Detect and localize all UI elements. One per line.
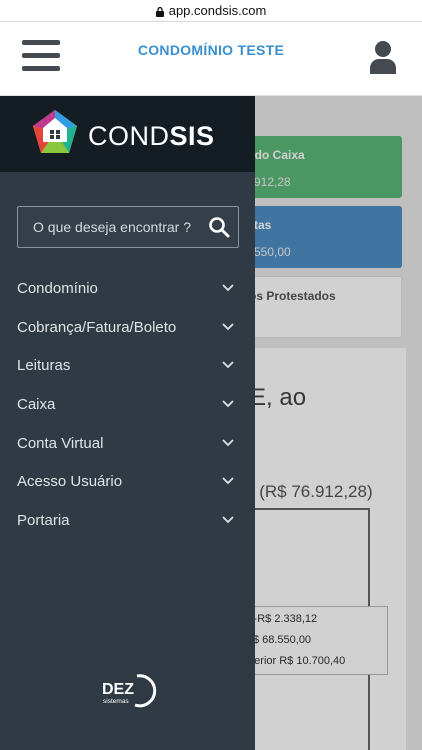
browser-url-bar[interactable]: app.condsis.com	[0, 0, 422, 22]
search-icon[interactable]	[208, 216, 230, 238]
chevron-down-icon	[222, 516, 234, 524]
menu-item-label: Portaria	[17, 511, 70, 529]
chevron-down-icon	[222, 284, 234, 292]
condsis-logo-icon	[33, 110, 77, 153]
nav-drawer: CONDSIS Condomínio Cobrança/Fatura/Bolet…	[0, 96, 255, 750]
menu-item-cobranca[interactable]: Cobrança/Fatura/Boleto	[0, 308, 255, 347]
search-box	[17, 206, 239, 248]
svg-text:DEZ: DEZ	[102, 681, 134, 698]
chevron-down-icon	[222, 361, 234, 369]
menu-item-conta-virtual[interactable]: Conta Virtual	[0, 424, 255, 463]
menu-item-portaria[interactable]: Portaria	[0, 501, 255, 540]
menu-item-label: Condomínio	[17, 279, 98, 297]
svg-text:sistemas: sistemas	[103, 698, 129, 705]
brand-bold: SIS	[169, 121, 215, 151]
chevron-down-icon	[222, 439, 234, 447]
search-input[interactable]	[18, 207, 208, 247]
menu-item-acesso-usuario[interactable]: Acesso Usuário	[0, 462, 255, 501]
chevron-down-icon	[222, 400, 234, 408]
menu-item-leituras[interactable]: Leituras	[0, 346, 255, 385]
menu-item-label: Acesso Usuário	[17, 473, 123, 491]
menu-item-label: Leituras	[17, 357, 71, 375]
dez-sistemas-logo: DEZ sistemas	[102, 674, 157, 708]
brand-light: COND	[88, 121, 170, 151]
lock-icon	[155, 6, 164, 17]
brand-wordmark: CONDSIS	[88, 121, 215, 152]
brand-bar: CONDSIS	[0, 96, 255, 172]
menu-item-label: Cobrança/Fatura/Boleto	[17, 318, 177, 336]
menu-item-label: Conta Virtual	[17, 434, 104, 452]
menu-item-caixa[interactable]: Caixa	[0, 385, 255, 424]
chevron-down-icon	[222, 323, 234, 330]
user-icon[interactable]	[368, 40, 398, 74]
nav-menu: Condomínio Cobrança/Fatura/Boleto Leitur…	[0, 269, 255, 540]
page-title: CONDOMÍNIO TESTE	[137, 42, 285, 58]
app-header: CONDOMÍNIO TESTE	[0, 22, 422, 96]
menu-item-condominio[interactable]: Condomínio	[0, 269, 255, 308]
chevron-down-icon	[222, 477, 234, 485]
url-text: app.condsis.com	[168, 3, 267, 18]
menu-item-label: Caixa	[17, 395, 56, 413]
